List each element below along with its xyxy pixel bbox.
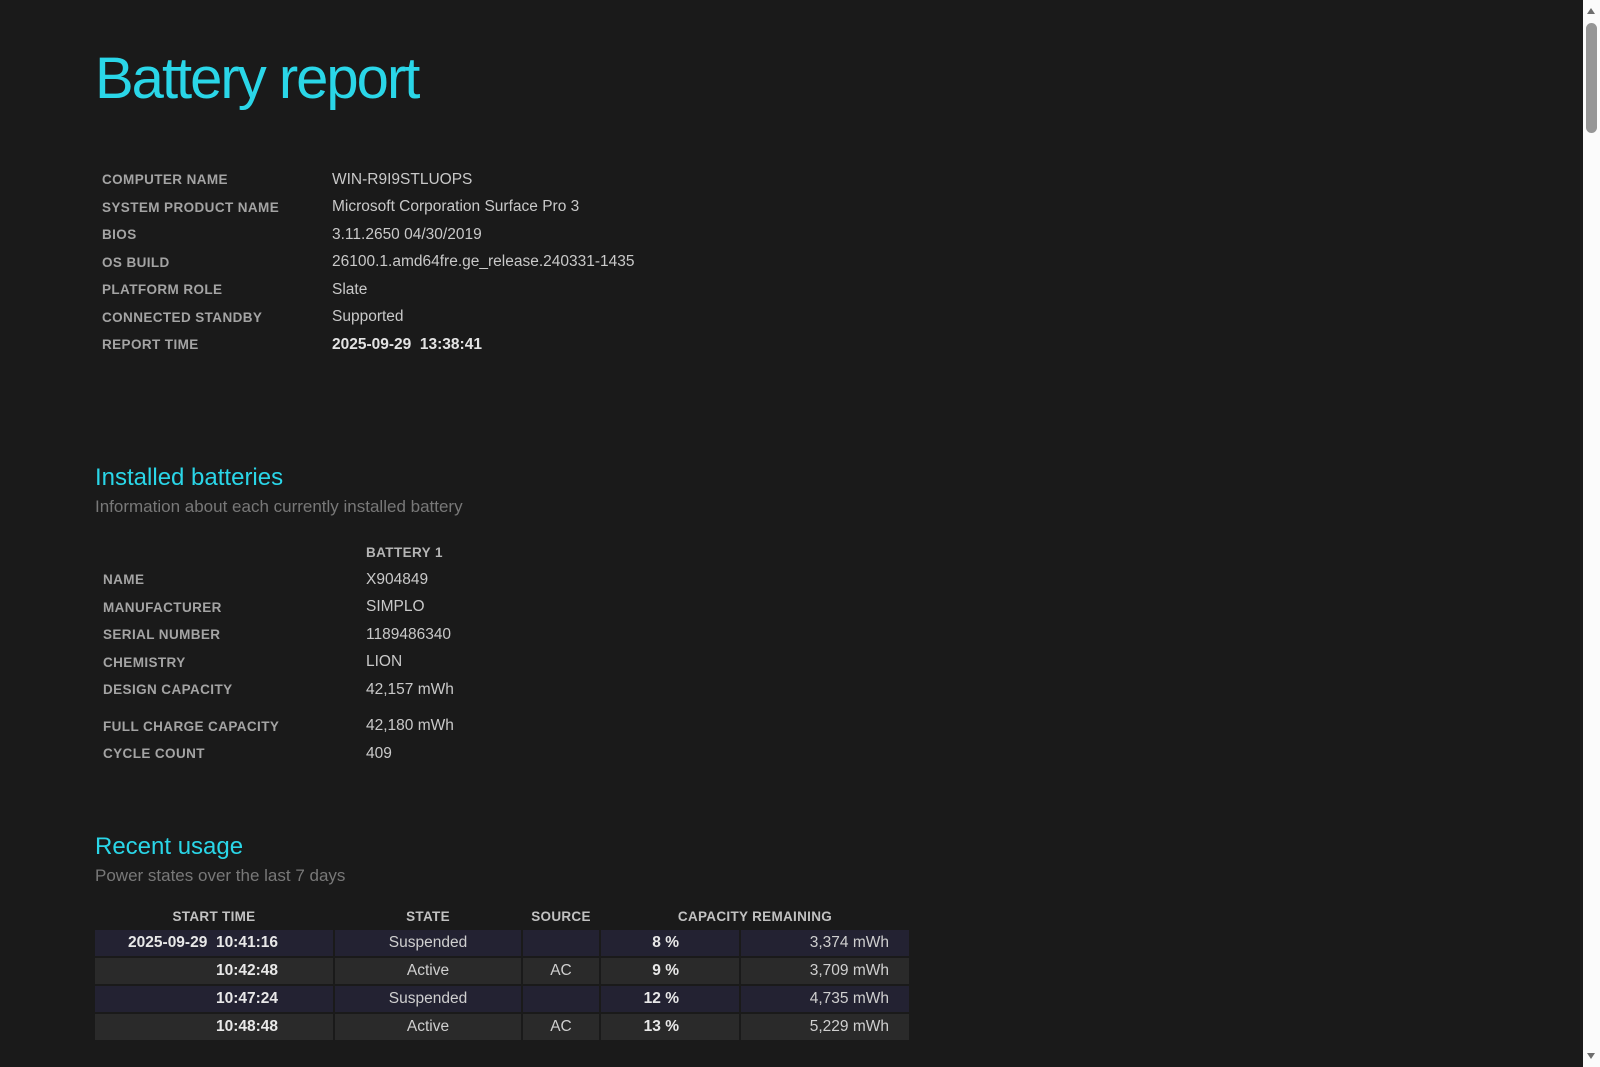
info-label: COMPUTER NAME (102, 172, 332, 187)
battery-row: CYCLE COUNT 409 (103, 740, 1583, 768)
installed-batteries-title: Installed batteries (95, 463, 1583, 493)
cell-state: Active (335, 958, 521, 984)
battery-column-header: BATTERY 1 (366, 545, 1583, 560)
info-value: 26100.1.amd64fre.ge_release.240331-1435 (332, 253, 1583, 271)
recent-usage-section: Recent usage Power states over the last … (95, 832, 1583, 1040)
cell-capacity-mwh: 5,229 mWh (741, 1014, 909, 1040)
battery-label: CHEMISTRY (103, 655, 366, 670)
installed-batteries-subtitle: Information about each currently install… (95, 497, 1583, 517)
cell-source (523, 930, 599, 956)
cell-source: AC (523, 958, 599, 984)
column-header-start-time: START TIME (95, 909, 333, 924)
info-value: WIN-R9I9STLUOPS (332, 171, 1583, 189)
scroll-down-arrow-icon[interactable] (1587, 1053, 1595, 1059)
recent-usage-table: START TIME STATE SOURCE CAPACITY REMAINI… (95, 906, 909, 1040)
column-header-capacity-remaining: CAPACITY REMAINING (601, 909, 909, 924)
recent-usage-title: Recent usage (95, 832, 1583, 862)
system-info-row: PLATFORM ROLE Slate (102, 276, 1583, 304)
system-info-row: SYSTEM PRODUCT NAME Microsoft Corporatio… (102, 194, 1583, 222)
battery-report-page: Battery report COMPUTER NAME WIN-R9I9STL… (0, 46, 1583, 1067)
battery-label: SERIAL NUMBER (103, 627, 366, 642)
column-header-state: STATE (335, 909, 521, 924)
vertical-scrollbar[interactable] (1583, 0, 1600, 1067)
battery-row: FULL CHARGE CAPACITY 42,180 mWh (103, 713, 1583, 741)
battery-value: 42,180 mWh (366, 717, 1583, 735)
cell-start-time: 10:42:48 (95, 958, 333, 984)
system-info-row: CONNECTED STANDBY Supported (102, 304, 1583, 332)
info-label: PLATFORM ROLE (102, 282, 332, 297)
battery-row: DESIGN CAPACITY 42,157 mWh (103, 676, 1583, 704)
battery-details-table: BATTERY 1 NAME X904849 MANUFACTURER SIMP… (95, 539, 1583, 768)
scroll-up-arrow-icon[interactable] (1587, 8, 1595, 14)
info-label: CONNECTED STANDBY (102, 310, 332, 325)
info-label: BIOS (102, 227, 332, 242)
battery-label: MANUFACTURER (103, 600, 366, 615)
cell-capacity-percent: 12 % (601, 986, 739, 1012)
usage-table-row: 10:47:24 Suspended 12 % 4,735 mWh (95, 986, 909, 1012)
scrollbar-thumb[interactable] (1586, 23, 1597, 133)
battery-value: 1189486340 (366, 626, 1583, 644)
cell-capacity-mwh: 3,709 mWh (741, 958, 909, 984)
system-info-row: OS BUILD 26100.1.amd64fre.ge_release.240… (102, 249, 1583, 277)
battery-value: SIMPLO (366, 598, 1583, 616)
info-label: SYSTEM PRODUCT NAME (102, 200, 332, 215)
battery-value: X904849 (366, 571, 1583, 589)
cell-capacity-mwh: 4,735 mWh (741, 986, 909, 1012)
battery-row: SERIAL NUMBER 1189486340 (103, 621, 1583, 649)
system-info-row: COMPUTER NAME WIN-R9I9STLUOPS (102, 166, 1583, 194)
battery-row: NAME X904849 (103, 566, 1583, 594)
battery-header-row: BATTERY 1 (103, 539, 1583, 567)
info-label: REPORT TIME (102, 337, 332, 352)
usage-table-row: 10:42:48 Active AC 9 % 3,709 mWh (95, 958, 909, 984)
cell-capacity-percent: 13 % (601, 1014, 739, 1040)
info-value: Microsoft Corporation Surface Pro 3 (332, 198, 1583, 216)
battery-label: NAME (103, 572, 366, 587)
info-value: Slate (332, 281, 1583, 299)
system-info-row: REPORT TIME 2025-09-29 13:38:41 (102, 331, 1583, 359)
cell-source: AC (523, 1014, 599, 1040)
cell-start-time: 2025-09-29 10:41:16 (95, 930, 333, 956)
page-title: Battery report (95, 46, 1583, 112)
info-value: 3.11.2650 04/30/2019 (332, 226, 1583, 244)
cell-state: Suspended (335, 986, 521, 1012)
cell-capacity-percent: 8 % (601, 930, 739, 956)
usage-table-row: 10:48:48 Active AC 13 % 5,229 mWh (95, 1014, 909, 1040)
battery-value: 42,157 mWh (366, 681, 1583, 699)
battery-value: 409 (366, 745, 1583, 763)
usage-table-row: 2025-09-29 10:41:16 Suspended 8 % 3,374 … (95, 930, 909, 956)
report-time-value: 2025-09-29 13:38:41 (332, 336, 1583, 354)
installed-batteries-section: Installed batteries Information about ea… (95, 463, 1583, 768)
battery-value: LION (366, 653, 1583, 671)
cell-state: Active (335, 1014, 521, 1040)
cell-start-time: 10:48:48 (95, 1014, 333, 1040)
cell-capacity-mwh: 3,374 mWh (741, 930, 909, 956)
cell-start-time: 10:47:24 (95, 986, 333, 1012)
recent-usage-subtitle: Power states over the last 7 days (95, 866, 1583, 886)
info-value: Supported (332, 308, 1583, 326)
usage-table-body: 2025-09-29 10:41:16 Suspended 8 % 3,374 … (95, 930, 909, 1040)
cell-capacity-percent: 9 % (601, 958, 739, 984)
info-label: OS BUILD (102, 255, 332, 270)
system-info-table: COMPUTER NAME WIN-R9I9STLUOPS SYSTEM PRO… (95, 166, 1583, 359)
cell-source (523, 986, 599, 1012)
battery-label: FULL CHARGE CAPACITY (103, 719, 366, 734)
cell-state: Suspended (335, 930, 521, 956)
battery-label: DESIGN CAPACITY (103, 682, 366, 697)
system-info-row: BIOS 3.11.2650 04/30/2019 (102, 221, 1583, 249)
battery-row: CHEMISTRY LION (103, 649, 1583, 677)
battery-row: MANUFACTURER SIMPLO (103, 594, 1583, 622)
battery-label: CYCLE COUNT (103, 746, 366, 761)
column-header-source: SOURCE (523, 909, 599, 924)
usage-table-header: START TIME STATE SOURCE CAPACITY REMAINI… (95, 906, 909, 928)
